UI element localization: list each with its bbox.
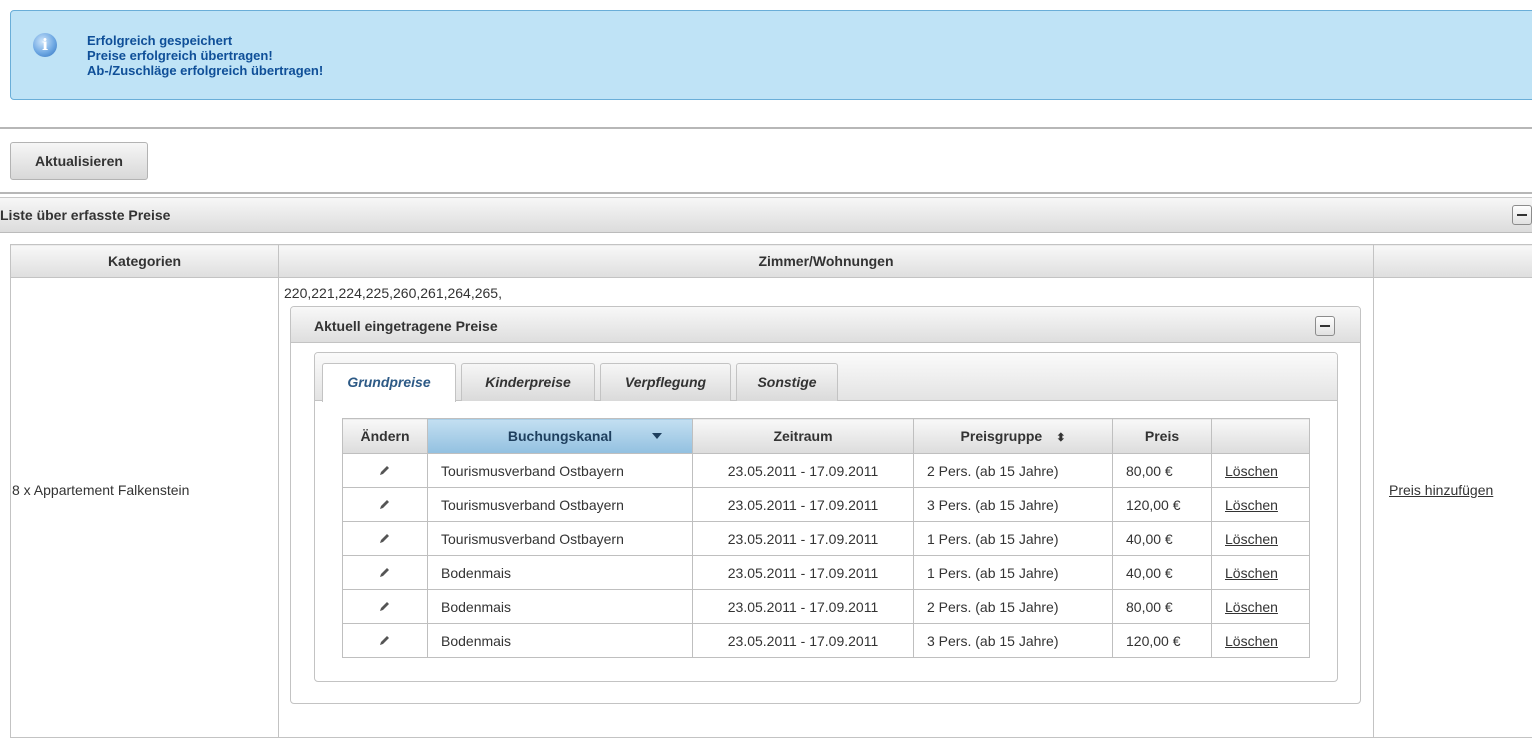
section-title: Liste über erfasste Preise bbox=[0, 207, 170, 223]
group-cell: 1 Pers. (ab 15 Jahre) bbox=[914, 556, 1113, 590]
edit-cell[interactable] bbox=[343, 454, 428, 488]
section-header: Liste über erfasste Preise bbox=[0, 197, 1532, 233]
category-cell bbox=[11, 278, 279, 738]
tab-strip: Grundpreise Kinderpreise Verpflegung Son… bbox=[315, 353, 1337, 401]
column-header-period[interactable]: Zeitraum bbox=[693, 419, 914, 454]
edit-cell[interactable] bbox=[343, 624, 428, 658]
column-header-rooms: Zimmer/Wohnungen bbox=[279, 245, 1374, 278]
pencil-icon[interactable] bbox=[379, 532, 391, 544]
collapse-section-button[interactable] bbox=[1512, 205, 1532, 225]
delete-link[interactable]: Löschen bbox=[1225, 565, 1278, 581]
channel-cell: Tourismusverband Ostbayern bbox=[428, 488, 693, 522]
delete-cell: Löschen bbox=[1212, 488, 1310, 522]
pencil-icon[interactable] bbox=[379, 634, 391, 646]
info-messages: Erfolgreich gespeichert Preise erfolgrei… bbox=[87, 33, 323, 78]
tab-verpflegung[interactable]: Verpflegung bbox=[600, 363, 731, 401]
table-row: Tourismusverband Ostbayern23.05.2011 - 1… bbox=[343, 454, 1310, 488]
period-cell: 23.05.2011 - 17.09.2011 bbox=[693, 454, 914, 488]
channel-cell: Bodenmais bbox=[428, 590, 693, 624]
column-header-actions bbox=[1374, 245, 1532, 278]
pencil-icon[interactable] bbox=[379, 464, 391, 476]
pencil-icon[interactable] bbox=[379, 498, 391, 510]
panel-header: Aktuell eingetragene Preise bbox=[291, 307, 1360, 343]
column-header-edit: Ändern bbox=[343, 419, 428, 454]
price-cell: 40,00 € bbox=[1113, 556, 1212, 590]
price-cell: 80,00 € bbox=[1113, 454, 1212, 488]
collapse-panel-button[interactable] bbox=[1315, 316, 1335, 336]
group-cell: 2 Pers. (ab 15 Jahre) bbox=[914, 454, 1113, 488]
info-message: Ab-/Zuschläge erfolgreich übertragen! bbox=[87, 63, 323, 78]
info-message-box: i Erfolgreich gespeichert Preise erfolgr… bbox=[10, 10, 1532, 100]
table-row: Bodenmais23.05.2011 - 17.09.20113 Pers. … bbox=[343, 624, 1310, 658]
table-row: Bodenmais23.05.2011 - 17.09.20112 Pers. … bbox=[343, 590, 1310, 624]
channel-cell: Tourismusverband Ostbayern bbox=[428, 522, 693, 556]
column-header-group[interactable]: Preisgruppe ⬍ bbox=[914, 419, 1113, 454]
price-table: Ändern Buchungskanal Zeitraum Preisgrupp… bbox=[342, 418, 1310, 658]
column-header-group-label: Preisgruppe bbox=[961, 428, 1043, 444]
column-header-channel[interactable]: Buchungskanal bbox=[428, 419, 693, 454]
delete-cell: Löschen bbox=[1212, 522, 1310, 556]
pencil-icon[interactable] bbox=[379, 600, 391, 612]
period-cell: 23.05.2011 - 17.09.2011 bbox=[693, 522, 914, 556]
delete-link[interactable]: Löschen bbox=[1225, 497, 1278, 513]
delete-link[interactable]: Löschen bbox=[1225, 531, 1278, 547]
period-cell: 23.05.2011 - 17.09.2011 bbox=[693, 488, 914, 522]
info-icon: i bbox=[33, 33, 57, 57]
period-cell: 23.05.2011 - 17.09.2011 bbox=[693, 590, 914, 624]
room-numbers: 220,221,224,225,260,261,264,265, bbox=[284, 285, 502, 301]
price-cell: 120,00 € bbox=[1113, 488, 1212, 522]
divider bbox=[0, 192, 1532, 194]
panel-title: Aktuell eingetragene Preise bbox=[314, 318, 498, 334]
sort-both-icon: ⬍ bbox=[1056, 431, 1065, 444]
group-cell: 2 Pers. (ab 15 Jahre) bbox=[914, 590, 1113, 624]
price-cell: 40,00 € bbox=[1113, 522, 1212, 556]
column-header-categories: Kategorien bbox=[11, 245, 279, 278]
pencil-icon[interactable] bbox=[379, 566, 391, 578]
price-cell: 120,00 € bbox=[1113, 624, 1212, 658]
delete-link[interactable]: Löschen bbox=[1225, 599, 1278, 615]
edit-cell[interactable] bbox=[343, 590, 428, 624]
channel-cell: Bodenmais bbox=[428, 624, 693, 658]
delete-cell: Löschen bbox=[1212, 624, 1310, 658]
delete-cell: Löschen bbox=[1212, 590, 1310, 624]
add-price-link[interactable]: Preis hinzufügen bbox=[1389, 482, 1493, 498]
column-header-delete bbox=[1212, 419, 1310, 454]
delete-link[interactable]: Löschen bbox=[1225, 633, 1278, 649]
price-cell: 80,00 € bbox=[1113, 590, 1212, 624]
edit-cell[interactable] bbox=[343, 488, 428, 522]
header-row: Kategorien Zimmer/Wohnungen bbox=[11, 245, 1532, 278]
tab-sonstige[interactable]: Sonstige bbox=[736, 363, 838, 401]
tab-kinderpreise[interactable]: Kinderpreise bbox=[461, 363, 595, 401]
period-cell: 23.05.2011 - 17.09.2011 bbox=[693, 556, 914, 590]
table-row: Bodenmais23.05.2011 - 17.09.20111 Pers. … bbox=[343, 556, 1310, 590]
table-row: Tourismusverband Ostbayern23.05.2011 - 1… bbox=[343, 522, 1310, 556]
actions-cell bbox=[1374, 278, 1532, 738]
divider bbox=[0, 127, 1532, 129]
channel-cell: Tourismusverband Ostbayern bbox=[428, 454, 693, 488]
group-cell: 3 Pers. (ab 15 Jahre) bbox=[914, 488, 1113, 522]
period-cell: 23.05.2011 - 17.09.2011 bbox=[693, 624, 914, 658]
sort-desc-icon bbox=[652, 433, 662, 439]
info-message: Erfolgreich gespeichert bbox=[87, 33, 323, 48]
info-message: Preise erfolgreich übertragen! bbox=[87, 48, 323, 63]
delete-link[interactable]: Löschen bbox=[1225, 463, 1278, 479]
table-row: Tourismusverband Ostbayern23.05.2011 - 1… bbox=[343, 488, 1310, 522]
group-cell: 1 Pers. (ab 15 Jahre) bbox=[914, 522, 1113, 556]
edit-cell[interactable] bbox=[343, 522, 428, 556]
column-header-channel-label: Buchungskanal bbox=[508, 428, 612, 444]
tab-grundpreise[interactable]: Grundpreise bbox=[322, 363, 456, 402]
column-header-price[interactable]: Preis bbox=[1113, 419, 1212, 454]
edit-cell[interactable] bbox=[343, 556, 428, 590]
refresh-button[interactable]: Aktualisieren bbox=[10, 142, 148, 180]
delete-cell: Löschen bbox=[1212, 454, 1310, 488]
channel-cell: Bodenmais bbox=[428, 556, 693, 590]
category-name: 8 x Appartement Falkenstein bbox=[12, 482, 189, 498]
group-cell: 3 Pers. (ab 15 Jahre) bbox=[914, 624, 1113, 658]
delete-cell: Löschen bbox=[1212, 556, 1310, 590]
price-header-row: Ändern Buchungskanal Zeitraum Preisgrupp… bbox=[343, 419, 1310, 454]
